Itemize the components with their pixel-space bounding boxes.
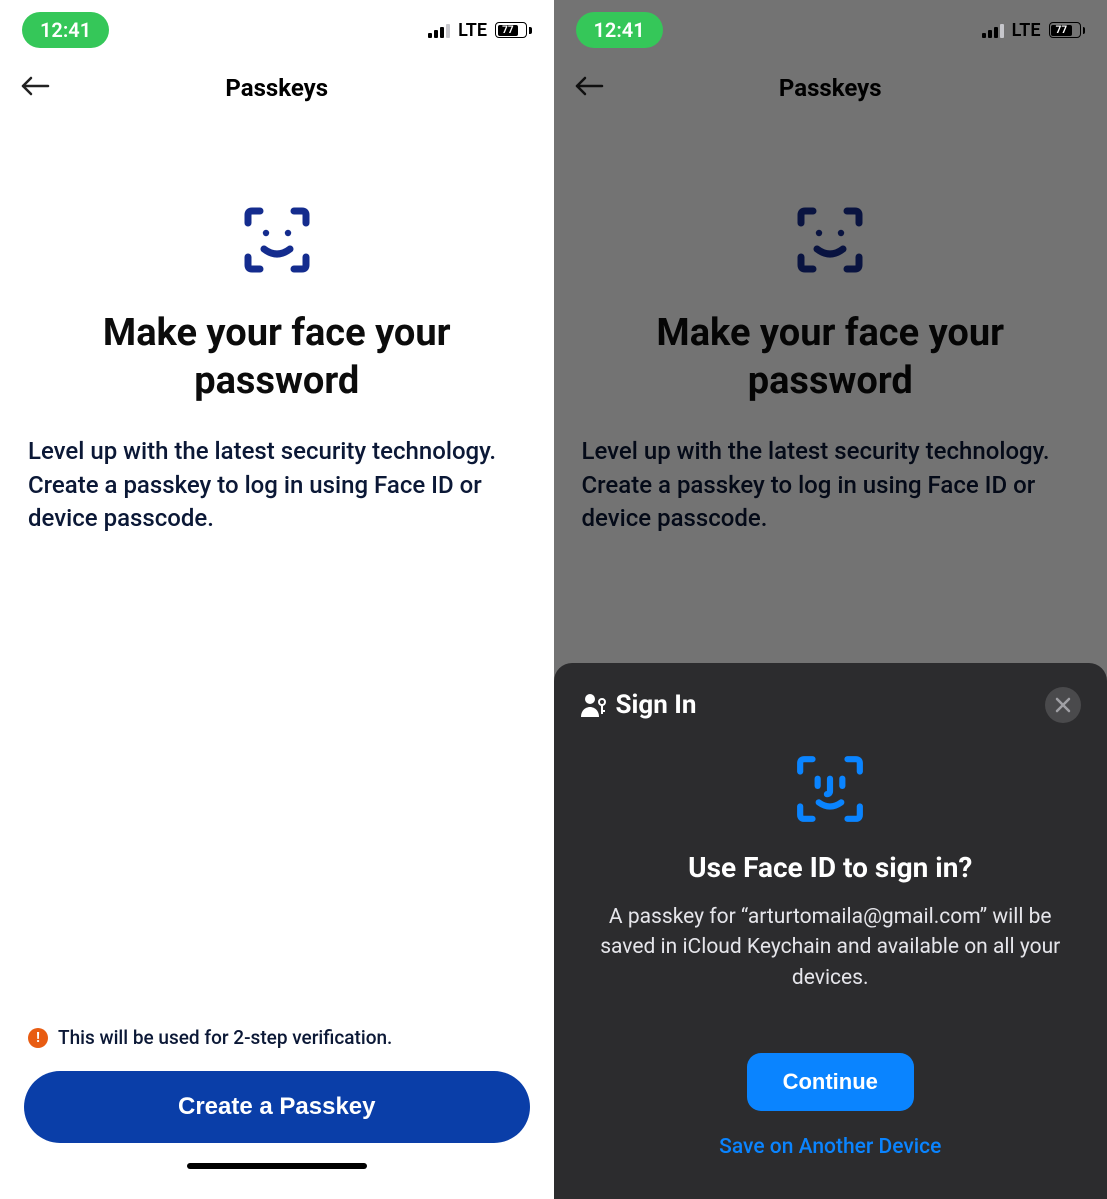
headline: Make your face your password — [28, 310, 526, 405]
face-id-icon — [582, 205, 1080, 275]
home-indicator[interactable] — [187, 1163, 367, 1169]
nav-title: Passkeys — [225, 74, 328, 102]
status-time-pill[interactable]: 12:41 — [22, 12, 109, 48]
signin-sheet: Sign In Use Face ID to sign in? A passke… — [554, 663, 1107, 1199]
person-key-icon — [580, 692, 608, 718]
face-id-icon — [28, 205, 526, 275]
nav-bar: Passkeys — [0, 60, 554, 115]
continue-button[interactable]: Continue — [747, 1053, 914, 1111]
verification-notice: ! This will be used for 2-step verificat… — [24, 1026, 530, 1049]
close-icon — [1055, 697, 1071, 713]
sheet-body: A passkey for “arturtomaila@gmail.com” w… — [580, 902, 1082, 993]
status-bar: 12:41 LTE 77 — [554, 0, 1107, 60]
save-another-device-link[interactable]: Save on Another Device — [580, 1135, 1082, 1159]
sheet-title: Use Face ID to sign in? — [580, 851, 1082, 884]
nav-bar: Passkeys — [554, 60, 1107, 115]
status-right: LTE 77 — [428, 20, 531, 41]
status-right: LTE 77 — [982, 20, 1085, 41]
back-button[interactable] — [20, 74, 50, 102]
network-label: LTE — [1012, 20, 1041, 41]
battery-icon: 77 — [495, 22, 532, 38]
sheet-header: Sign In — [580, 690, 697, 720]
body-text: Level up with the latest security techno… — [28, 435, 526, 536]
battery-icon: 77 — [1049, 22, 1086, 38]
back-button — [574, 74, 604, 102]
sheet-header-label: Sign In — [616, 690, 697, 720]
back-arrow-icon — [574, 74, 604, 98]
status-bar: 12:41 LTE 77 — [0, 0, 554, 60]
sheet-close-button[interactable] — [1045, 687, 1081, 723]
create-passkey-button[interactable]: Create a Passkey — [24, 1071, 530, 1143]
screen-passkeys-sheet: 12:41 LTE 77 Passkeys — [554, 0, 1107, 1199]
screen-passkeys-intro: 12:41 LTE 77 Passkeys — [0, 0, 554, 1199]
status-time-pill[interactable]: 12:41 — [576, 12, 663, 48]
face-id-icon — [580, 753, 1082, 825]
cellular-signal-icon — [982, 22, 1004, 38]
back-arrow-icon — [20, 74, 50, 98]
nav-title: Passkeys — [779, 74, 882, 102]
cellular-signal-icon — [428, 22, 450, 38]
notice-text: This will be used for 2-step verificatio… — [58, 1026, 392, 1049]
headline: Make your face your password — [582, 310, 1080, 405]
body-text: Level up with the latest security techno… — [582, 435, 1080, 536]
alert-icon: ! — [28, 1028, 48, 1048]
network-label: LTE — [458, 20, 487, 41]
